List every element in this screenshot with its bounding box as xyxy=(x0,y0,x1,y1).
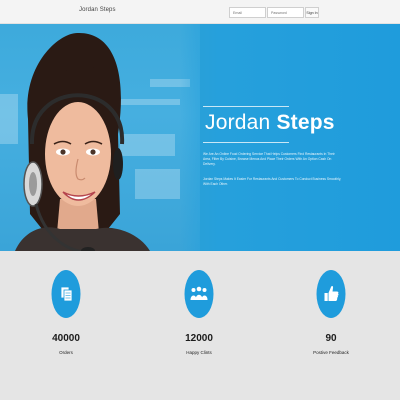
stats-section: 40000 Orders 12000 Happy Clints 90 Posti… xyxy=(0,251,400,400)
users-icon xyxy=(184,270,214,318)
hero-title: Jordan Steps xyxy=(205,111,335,134)
stat-value: 12000 xyxy=(185,333,213,344)
hero-banner: Jordan Steps We Are An Online Food Order… xyxy=(0,24,400,251)
stat-happy-clients: 12000 Happy Clints xyxy=(154,251,244,391)
title-divider-bottom xyxy=(203,142,289,143)
sign-in-button[interactable]: Sign In xyxy=(305,7,319,18)
title-divider-top xyxy=(203,106,289,107)
hero-tagline: Jordan Steps Makes It Easier For Restaur… xyxy=(203,177,342,187)
password-input[interactable] xyxy=(267,7,304,18)
stat-label: Orders xyxy=(59,350,73,355)
stat-label: Happy Clints xyxy=(186,350,212,355)
stat-icon-badge xyxy=(51,270,81,318)
hero-content-panel xyxy=(180,24,400,251)
email-input[interactable] xyxy=(229,7,266,18)
stat-label: Postive Feedback xyxy=(313,350,349,355)
stat-icon-badge xyxy=(316,270,346,318)
brand-name[interactable]: Jordan Steps xyxy=(79,7,116,13)
stat-orders: 40000 Orders xyxy=(21,251,111,391)
documents-icon xyxy=(51,270,81,318)
stat-positive-feedback: 90 Postive Feedback xyxy=(286,251,376,391)
navbar: Jordan Steps Sign In xyxy=(0,0,400,24)
hero-description: We Are An Online Food Ordering Service T… xyxy=(203,152,335,167)
stat-value: 40000 xyxy=(52,333,80,344)
support-agent-photo xyxy=(0,32,190,251)
stat-icon-badge xyxy=(184,270,214,318)
stat-value: 90 xyxy=(325,333,337,344)
thumbs-up-icon xyxy=(316,270,346,318)
